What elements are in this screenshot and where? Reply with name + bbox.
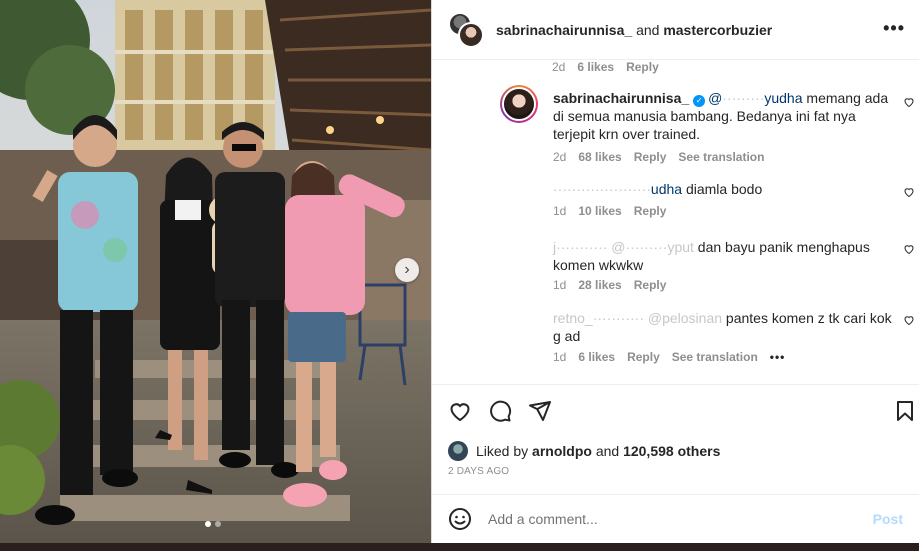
avatar[interactable]: [500, 85, 538, 123]
comment-username[interactable]: retno_··········· @pelosinan: [553, 310, 722, 326]
post-comment-button[interactable]: Post: [873, 511, 903, 527]
avatar[interactable]: [448, 441, 468, 461]
comment-time: 1d: [553, 278, 567, 292]
post-actions: [432, 384, 919, 434]
comment-mention[interactable]: udha: [651, 181, 682, 197]
chevron-right-icon: ›: [404, 261, 410, 278]
comment-text: sabrinachairunnisa_ ✓ @·········yudha mema…: [553, 89, 898, 143]
verified-icon: ✓: [693, 95, 706, 107]
likes-summary: Liked by arnoldpo and 120,598 others: [448, 441, 720, 461]
post-authors: sabrinachairunnisa_ and mastercorbuzier: [496, 22, 772, 38]
likes-prefix: Liked by: [476, 443, 529, 459]
heart-icon[interactable]: [903, 186, 915, 198]
comment-more-button[interactable]: •••: [770, 350, 786, 364]
reply-button[interactable]: Reply: [634, 278, 667, 292]
likes-user[interactable]: arnoldpo: [532, 443, 592, 459]
comment-text: retno_··········· @pelosinan pantes kome…: [553, 309, 898, 345]
heart-icon[interactable]: [448, 399, 472, 423]
comment-mention[interactable]: @·········yudha: [708, 90, 802, 106]
author-username[interactable]: mastercorbuzier: [663, 22, 772, 38]
likes-joiner: and: [595, 443, 620, 459]
see-translation-button[interactable]: See translation: [678, 150, 764, 164]
comment-likes[interactable]: 68 likes: [578, 150, 621, 164]
collab-avatars[interactable]: [448, 11, 484, 48]
post-header: sabrinachairunnisa_ and mastercorbuzier …: [432, 0, 919, 60]
heart-icon[interactable]: [903, 314, 915, 326]
heart-icon[interactable]: [903, 243, 915, 255]
comment-username[interactable]: sabrinachairunnisa_: [553, 90, 689, 106]
heart-icon[interactable]: [903, 96, 915, 108]
see-translation-button[interactable]: See translation: [672, 350, 758, 364]
comment-likes[interactable]: 28 likes: [578, 278, 621, 292]
comment-meta: 2d 68 likes Reply See translation: [553, 150, 764, 164]
comment-input[interactable]: [488, 511, 873, 527]
post-photo[interactable]: ›: [0, 0, 431, 543]
comment-text: j··········· @·········yput dan bayu pan…: [553, 238, 898, 274]
comment-icon[interactable]: [488, 399, 512, 423]
comment-username[interactable]: j··········· @·········yput: [553, 239, 694, 255]
comment-meta: 1d 28 likes Reply: [553, 278, 666, 292]
comment-time: 2d: [552, 60, 566, 74]
comment-likes[interactable]: 10 likes: [578, 204, 621, 218]
avatar: [458, 21, 484, 48]
comment-time: 1d: [553, 350, 567, 364]
comment-composer: Post: [432, 494, 919, 543]
comment-username[interactable]: ·····················: [553, 181, 651, 197]
author-joiner: and: [636, 21, 660, 38]
reply-button[interactable]: Reply: [634, 150, 667, 164]
comment-body: diamla bodo: [682, 181, 763, 197]
carousel-dot-active: [205, 521, 211, 527]
reply-button[interactable]: Reply: [627, 350, 660, 364]
reply-button[interactable]: Reply: [634, 204, 667, 218]
more-horizontal-icon: •••: [883, 18, 905, 38]
likes-count[interactable]: 120,598 others: [623, 443, 720, 459]
carousel-indicator: [205, 521, 221, 527]
background-strip: [0, 543, 919, 551]
next-photo-button[interactable]: ›: [395, 258, 419, 282]
comment-time: 2d: [553, 150, 567, 164]
comment-text: ·····················udha diamla bodo: [553, 180, 898, 198]
photo-illustration: [0, 0, 431, 543]
carousel-dot: [215, 521, 221, 527]
comment-time: 1d: [553, 204, 567, 218]
author-username[interactable]: sabrinachairunnisa_: [496, 22, 632, 38]
comment-meta: 1d 10 likes Reply: [553, 204, 666, 218]
bookmark-icon[interactable]: [893, 399, 917, 423]
comment-meta: 2d 6 likes Reply: [552, 60, 659, 74]
comments-list[interactable]: 2d 6 likes Reply sabrinachairunnisa_ ✓ @··…: [432, 60, 919, 383]
comment-likes[interactable]: 6 likes: [578, 350, 615, 364]
more-options-button[interactable]: •••: [883, 18, 905, 39]
smiley-icon[interactable]: [448, 507, 472, 531]
post-timestamp[interactable]: 2 DAYS AGO: [448, 466, 509, 477]
send-icon[interactable]: [528, 399, 552, 423]
post-detail-panel: sabrinachairunnisa_ and mastercorbuzier …: [431, 0, 919, 543]
comment-likes[interactable]: 6 likes: [577, 60, 614, 74]
reply-button[interactable]: Reply: [626, 60, 659, 74]
comment-meta: 1d 6 likes Reply See translation •••: [553, 350, 785, 364]
